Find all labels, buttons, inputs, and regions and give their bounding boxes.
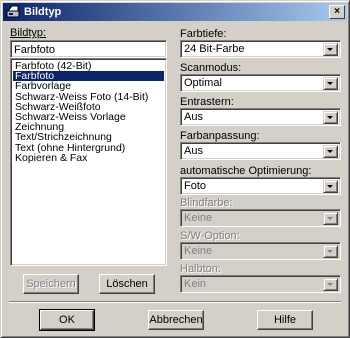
list-item[interactable]: Text (ohne Hintergrund): [13, 143, 164, 153]
halbton-value: Kein: [184, 278, 207, 290]
close-button[interactable]: ×: [329, 5, 345, 19]
scanmodus-select[interactable]: Optimal: [180, 74, 341, 92]
bildtyp-label: Bildtyp:: [10, 27, 47, 39]
halbton-select[interactable]: Kein: [180, 275, 341, 293]
scanmodus-value: Optimal: [184, 77, 222, 89]
abbrechen-button-label: Abbrechen: [149, 314, 203, 326]
entrastern-select[interactable]: Aus: [180, 108, 341, 126]
bildtyp-input-value: Farbfoto: [14, 44, 55, 56]
ok-button[interactable]: OK: [39, 309, 95, 331]
list-item[interactable]: Farbfoto: [13, 71, 164, 82]
list-item[interactable]: Farbvorlage: [13, 81, 164, 91]
separator: [9, 301, 341, 303]
chevron-down-icon[interactable]: [323, 77, 338, 90]
close-icon: ×: [334, 6, 340, 17]
list-item[interactable]: Text/Strichzeichnung: [13, 132, 164, 142]
ok-button-label: OK: [59, 314, 75, 326]
blindfarbe-value: Keine: [184, 212, 213, 224]
bildtyp-list-items: Farbfoto (42-Bit) Farbfoto Farbvorlage Schw…: [13, 61, 164, 163]
speichern-button-label: Speichern: [26, 278, 76, 290]
optimierung-select[interactable]: Foto: [180, 177, 341, 195]
chevron-down-icon[interactable]: [323, 43, 338, 56]
bildtyp-dialog: Bildtyp × Bildtyp: Farbfoto Farbfoto (42…: [0, 0, 350, 338]
list-item[interactable]: Schwarz-Weiss Foto (14-Bit): [13, 92, 164, 102]
hilfe-button-label: Hilfe: [273, 314, 296, 326]
farbtiefe-select[interactable]: 24 Bit-Farbe: [180, 40, 341, 58]
list-item[interactable]: Zeichnung: [13, 122, 164, 132]
chevron-down-icon[interactable]: [323, 180, 338, 193]
farbanpassung-value: Aus: [184, 145, 203, 157]
bildtyp-input[interactable]: Farbfoto: [10, 40, 167, 58]
scanner-app-icon: [6, 5, 20, 18]
chevron-down-icon[interactable]: [323, 111, 338, 124]
chevron-down-icon[interactable]: [323, 278, 338, 291]
chevron-down-icon[interactable]: [323, 212, 338, 225]
blindfarbe-select[interactable]: Keine: [180, 209, 341, 227]
list-item[interactable]: Farbfoto (42-Bit): [13, 61, 164, 71]
farbtiefe-value: 24 Bit-Farbe: [184, 43, 245, 55]
abbrechen-button[interactable]: Abbrechen: [148, 310, 204, 330]
title-bar[interactable]: Bildtyp ×: [3, 3, 347, 21]
sw-option-select[interactable]: Keine: [180, 242, 341, 260]
bildtyp-list[interactable]: Farbfoto (42-Bit) Farbfoto Farbvorlage Schw…: [10, 58, 167, 266]
chevron-down-icon[interactable]: [323, 145, 338, 158]
window-title: Bildtyp: [24, 6, 62, 18]
hilfe-button[interactable]: Hilfe: [257, 310, 313, 330]
sw-option-value: Keine: [184, 245, 213, 257]
optimierung-value: Foto: [184, 180, 207, 192]
loeschen-button-label: Löschen: [106, 278, 148, 290]
speichern-button[interactable]: Speichern: [23, 274, 79, 294]
loeschen-button[interactable]: Löschen: [99, 274, 155, 294]
list-item[interactable]: Schwarz-Weißfoto: [13, 102, 164, 112]
entrastern-value: Aus: [184, 111, 203, 123]
list-item[interactable]: Schwarz-Weiss Vorlage: [13, 112, 164, 122]
chevron-down-icon[interactable]: [323, 245, 338, 258]
list-item[interactable]: Kopieren & Fax: [13, 153, 164, 163]
farbanpassung-select[interactable]: Aus: [180, 142, 341, 160]
